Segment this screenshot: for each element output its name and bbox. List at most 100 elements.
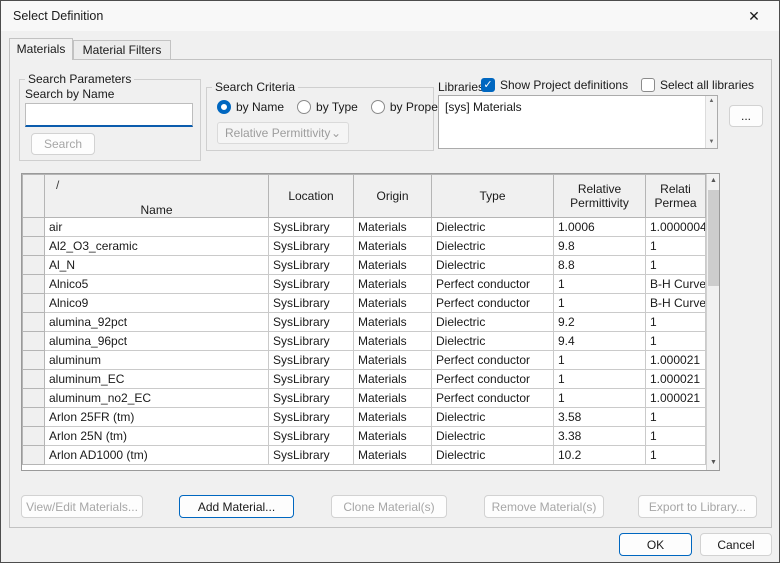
cell-type[interactable]: Perfect conductor	[431, 293, 554, 313]
cell-origin[interactable]: Materials	[353, 426, 432, 446]
table-row[interactable]: Arlon 25N (tm) SysLibrary Materials Dielect…	[22, 426, 706, 446]
cell-relative-permeability[interactable]: 1	[645, 407, 706, 427]
cell-type[interactable]: Dielectric	[431, 331, 554, 351]
table-row[interactable]: Al2_O3_ceramic SysLibrary Materials Dielect…	[22, 236, 706, 256]
cell-relative-permittivity[interactable]: 9.8	[553, 236, 646, 256]
cell-location[interactable]: SysLibrary	[268, 236, 354, 256]
cell-origin[interactable]: Materials	[353, 217, 432, 237]
table-row[interactable]: Arlon AD1000 (tm) SysLibrary Materials Diel…	[22, 445, 706, 465]
table-row[interactable]: Alnico5 SysLibrary Materials Perfect conduc…	[22, 274, 706, 294]
search-by-name-input[interactable]	[25, 103, 193, 127]
row-selector[interactable]	[22, 350, 45, 370]
cell-name[interactable]: Alnico9	[44, 293, 269, 313]
cell-relative-permittivity[interactable]: 1.0006	[553, 217, 646, 237]
cell-relative-permeability[interactable]: 1.0000004	[645, 217, 706, 237]
table-row[interactable]: aluminum_no2_EC SysLibrary Materials Perfec…	[22, 388, 706, 408]
cell-location[interactable]: SysLibrary	[268, 293, 354, 313]
close-icon[interactable]: ✕	[733, 1, 775, 31]
row-selector[interactable]	[22, 236, 45, 256]
row-selector[interactable]	[22, 274, 45, 294]
radio-by-name[interactable]: by Name	[217, 100, 284, 114]
tab-material-filters[interactable]: Material Filters	[73, 40, 171, 59]
row-selector[interactable]	[22, 407, 45, 427]
cell-name[interactable]: aluminum	[44, 350, 269, 370]
cell-relative-permeability[interactable]: 1	[645, 312, 706, 332]
scroll-down-icon[interactable]: ▼	[706, 137, 717, 148]
column-header-relative-permittivity[interactable]: Relative Permittivity	[553, 174, 646, 218]
cell-relative-permittivity[interactable]: 3.58	[553, 407, 646, 427]
cell-name[interactable]: Alnico5	[44, 274, 269, 294]
scroll-down-icon[interactable]: ▼	[707, 456, 719, 470]
cell-location[interactable]: SysLibrary	[268, 217, 354, 237]
cell-relative-permittivity[interactable]: 10.2	[553, 445, 646, 465]
row-selector[interactable]	[22, 217, 45, 237]
cell-relative-permittivity[interactable]: 1	[553, 350, 646, 370]
column-header-relative-permeability[interactable]: Relati Permea	[645, 174, 706, 218]
cell-origin[interactable]: Materials	[353, 350, 432, 370]
cell-type[interactable]: Dielectric	[431, 255, 554, 275]
row-selector[interactable]	[22, 426, 45, 446]
cell-origin[interactable]: Materials	[353, 369, 432, 389]
cell-type[interactable]: Perfect conductor	[431, 369, 554, 389]
cell-location[interactable]: SysLibrary	[268, 312, 354, 332]
cell-relative-permittivity[interactable]: 1	[553, 369, 646, 389]
cell-origin[interactable]: Materials	[353, 331, 432, 351]
table-row[interactable]: Arlon 25FR (tm) SysLibrary Materials Dielec…	[22, 407, 706, 427]
cell-name[interactable]: air	[44, 217, 269, 237]
clone-materials-button[interactable]: Clone Material(s)	[331, 495, 447, 518]
cell-origin[interactable]: Materials	[353, 445, 432, 465]
cell-type[interactable]: Perfect conductor	[431, 388, 554, 408]
table-row[interactable]: Alnico9 SysLibrary Materials Perfect conduc…	[22, 293, 706, 313]
table-row[interactable]: Al_N SysLibrary Materials Dielectric 8.8 1	[22, 255, 706, 275]
cell-relative-permeability[interactable]: B-H Curve...	[645, 293, 706, 313]
cell-type[interactable]: Dielectric	[431, 236, 554, 256]
cell-origin[interactable]: Materials	[353, 407, 432, 427]
cell-location[interactable]: SysLibrary	[268, 426, 354, 446]
cell-relative-permittivity[interactable]: 9.2	[553, 312, 646, 332]
scroll-up-icon[interactable]: ▲	[707, 174, 719, 188]
column-header-origin[interactable]: Origin	[353, 174, 432, 218]
table-vertical-scrollbar[interactable]: ▲ ▼	[706, 174, 719, 470]
row-selector[interactable]	[22, 293, 45, 313]
scrollbar-thumb[interactable]	[708, 190, 719, 286]
cell-location[interactable]: SysLibrary	[268, 407, 354, 427]
libraries-listbox[interactable]: [sys] Materials ▲ ▼	[438, 95, 718, 149]
cell-type[interactable]: Dielectric	[431, 407, 554, 427]
cell-location[interactable]: SysLibrary	[268, 350, 354, 370]
cell-relative-permittivity[interactable]: 3.38	[553, 426, 646, 446]
row-selector[interactable]	[22, 312, 45, 332]
show-project-definitions-checkbox[interactable]: ✓ Show Project definitions	[481, 78, 628, 92]
row-selector[interactable]	[22, 445, 45, 465]
add-material-button[interactable]: Add Material...	[179, 495, 294, 518]
cell-name[interactable]: aluminum_no2_EC	[44, 388, 269, 408]
cell-relative-permeability[interactable]: 1.000021	[645, 388, 706, 408]
cancel-button[interactable]: Cancel	[700, 533, 772, 556]
cell-location[interactable]: SysLibrary	[268, 274, 354, 294]
tab-materials[interactable]: Materials	[9, 38, 73, 60]
cell-name[interactable]: alumina_92pct	[44, 312, 269, 332]
scroll-up-icon[interactable]: ▲	[706, 96, 717, 107]
row-selector[interactable]	[22, 255, 45, 275]
cell-origin[interactable]: Materials	[353, 293, 432, 313]
cell-relative-permeability[interactable]: 1	[645, 255, 706, 275]
cell-type[interactable]: Dielectric	[431, 217, 554, 237]
cell-location[interactable]: SysLibrary	[268, 369, 354, 389]
cell-name[interactable]: Arlon 25FR (tm)	[44, 407, 269, 427]
radio-by-type[interactable]: by Type	[297, 100, 358, 114]
property-dropdown[interactable]: Relative Permittivity ⌄	[217, 122, 349, 144]
table-row[interactable]: alumina_96pct SysLibrary Materials Dielectr…	[22, 331, 706, 351]
column-header-location[interactable]: Location	[268, 174, 354, 218]
view-edit-materials-button[interactable]: View/Edit Materials...	[21, 495, 143, 518]
column-header-type[interactable]: Type	[431, 174, 554, 218]
list-item[interactable]: [sys] Materials	[439, 96, 717, 118]
cell-origin[interactable]: Materials	[353, 236, 432, 256]
cell-origin[interactable]: Materials	[353, 388, 432, 408]
cell-relative-permeability[interactable]: 1	[645, 426, 706, 446]
cell-relative-permeability[interactable]: 1.000021	[645, 350, 706, 370]
cell-relative-permittivity[interactable]: 9.4	[553, 331, 646, 351]
cell-origin[interactable]: Materials	[353, 312, 432, 332]
corner-header-cell[interactable]	[22, 174, 45, 218]
cell-name[interactable]: aluminum_EC	[44, 369, 269, 389]
cell-relative-permittivity[interactable]: 8.8	[553, 255, 646, 275]
listbox-scrollbar[interactable]: ▲ ▼	[705, 96, 717, 148]
